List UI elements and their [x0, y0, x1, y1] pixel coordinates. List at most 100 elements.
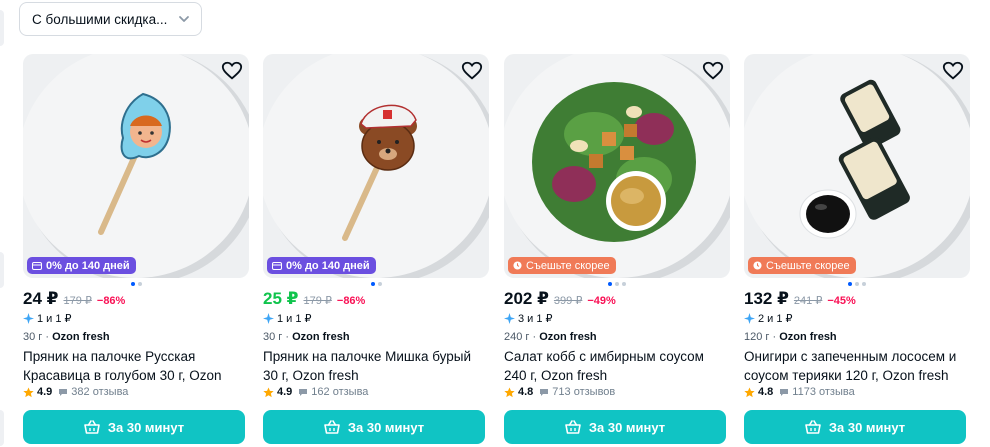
discount-percent: −86%	[96, 295, 126, 307]
product-card[interactable]: Съешьте скорее 202 ₽ 399 ₽ −49% 3 и 1 ₽ …	[504, 54, 730, 447]
product-photo	[744, 54, 970, 278]
carousel-dot[interactable]	[370, 282, 375, 286]
product-title[interactable]: Онигири с запеченным лососем и соусом те…	[744, 347, 966, 385]
carousel-dot[interactable]	[615, 282, 619, 286]
rating-value: 4.8	[518, 386, 534, 398]
installment-row: 3 и 1 ₽	[504, 311, 553, 325]
delivery-button-label: За 30 минут	[828, 419, 906, 435]
seller-name[interactable]: Ozon fresh	[539, 331, 596, 343]
seller-name[interactable]: Ozon fresh	[52, 331, 109, 343]
installment-row: 2 и 1 ₽	[744, 311, 793, 325]
carousel-dot[interactable]	[130, 282, 135, 286]
product-weight: 240 г	[504, 331, 530, 343]
image-carousel-dots[interactable]	[744, 282, 970, 287]
sort-dropdown-label: С большими скидка...	[32, 11, 168, 27]
current-price: 202 ₽	[504, 289, 549, 308]
product-meta: 30 г · Ozon fresh	[23, 331, 110, 343]
favorite-heart-icon[interactable]	[461, 60, 483, 82]
product-image[interactable]: 0% до 140 дней	[23, 54, 249, 278]
basket-icon	[84, 420, 100, 434]
review-bubble-icon	[299, 388, 308, 396]
star-icon	[504, 386, 515, 397]
clock-icon	[753, 261, 762, 270]
delivery-button[interactable]: За 30 минут	[504, 410, 726, 444]
carousel-dot[interactable]	[848, 282, 852, 286]
carousel-dot[interactable]	[608, 282, 612, 286]
price-row: 202 ₽ 399 ₽ −49%	[504, 289, 616, 309]
promo-badge: 0% до 140 дней	[27, 257, 136, 274]
star-icon	[263, 386, 274, 397]
star-icon	[744, 386, 755, 397]
product-photo	[504, 54, 730, 278]
old-price: 399 ₽	[553, 295, 583, 307]
carousel-dot[interactable]	[137, 282, 142, 286]
delivery-button-label: За 30 минут	[588, 419, 666, 435]
installment-row: 1 и 1 ₽	[263, 311, 312, 325]
sparkle-icon	[744, 312, 755, 324]
installment-row: 1 и 1 ₽	[23, 311, 72, 325]
rating-row[interactable]: 4.9 162 отзыва	[263, 385, 368, 399]
old-price: 241 ₽	[793, 295, 823, 307]
product-image[interactable]: Съешьте скорее	[504, 54, 730, 278]
rating-value: 4.8	[758, 386, 774, 398]
basket-icon	[565, 420, 581, 434]
carousel-dot[interactable]	[377, 282, 382, 286]
promo-badge-label: Съешьте скорее	[526, 259, 610, 272]
favorite-heart-icon[interactable]	[221, 60, 243, 82]
carousel-dot[interactable]	[622, 282, 626, 286]
product-image[interactable]: Съешьте скорее	[744, 54, 970, 278]
product-meta: 30 г · Ozon fresh	[263, 331, 350, 343]
installment-text: 1 и 1 ₽	[277, 312, 312, 325]
seller-name[interactable]: Ozon fresh	[779, 331, 836, 343]
reviews-count: 162 отзыва	[311, 386, 369, 398]
image-carousel-dots[interactable]	[263, 282, 489, 287]
delivery-button[interactable]: За 30 минут	[263, 410, 485, 444]
rating-row[interactable]: 4.8 713 отзывов	[504, 385, 615, 399]
sparkle-icon	[263, 312, 274, 324]
delivery-button-label: За 30 минут	[107, 419, 185, 435]
product-weight: 120 г	[744, 331, 770, 343]
product-meta: 120 г · Ozon fresh	[744, 331, 837, 343]
discount-percent: −45%	[827, 295, 856, 307]
product-title[interactable]: Пряник на палочке Мишка бурый 30 г, Ozon…	[263, 347, 485, 385]
product-card[interactable]: Съешьте скорее 132 ₽ 241 ₽ −45% 2 и 1 ₽ …	[744, 54, 970, 447]
reviews-count: 1173 отзыва	[792, 386, 855, 398]
seller-name[interactable]: Ozon fresh	[292, 331, 349, 343]
sparkle-icon	[504, 312, 515, 324]
promo-badge-label: 0% до 140 дней	[286, 259, 370, 272]
delivery-button-label: За 30 минут	[347, 419, 425, 435]
old-price: 179 ₽	[303, 295, 332, 307]
delivery-button[interactable]: За 30 минут	[23, 410, 245, 444]
delivery-button[interactable]: За 30 минут	[744, 410, 966, 444]
favorite-heart-icon[interactable]	[702, 60, 724, 82]
installment-text: 3 и 1 ₽	[518, 312, 553, 325]
favorite-heart-icon[interactable]	[942, 60, 964, 82]
installment-text: 1 и 1 ₽	[37, 312, 72, 325]
reviews-count: 713 отзывов	[552, 386, 616, 398]
carousel-dot[interactable]	[862, 282, 866, 286]
product-card[interactable]: 0% до 140 дней 25 ₽ 179 ₽ −86% 1 и 1 ₽ 3…	[263, 54, 489, 447]
rating-row[interactable]: 4.9 382 отзыва	[23, 385, 128, 399]
current-price: 24 ₽	[23, 289, 59, 308]
product-photo	[263, 54, 489, 278]
promo-badge: 0% до 140 дней	[267, 257, 376, 274]
product-title[interactable]: Салат кобб с имбирным соусом 240 г, Ozon…	[504, 347, 726, 385]
promo-badge-label: 0% до 140 дней	[46, 259, 130, 272]
product-image[interactable]: 0% до 140 дней	[263, 54, 489, 278]
image-carousel-dots[interactable]	[23, 282, 249, 287]
edge-tab	[0, 252, 4, 288]
installment-card-icon	[272, 261, 282, 270]
image-carousel-dots[interactable]	[504, 282, 730, 287]
rating-row[interactable]: 4.8 1173 отзыва	[744, 385, 855, 399]
carousel-dot[interactable]	[855, 282, 859, 286]
promo-badge: Съешьте скорее	[508, 257, 616, 274]
review-bubble-icon	[540, 388, 549, 396]
product-card[interactable]: 0% до 140 дней 24 ₽ 179 ₽ −86% 1 и 1 ₽ 3…	[23, 54, 249, 447]
current-price: 132 ₽	[744, 289, 789, 308]
price-row: 132 ₽ 241 ₽ −45%	[744, 289, 856, 309]
sort-dropdown[interactable]: С большими скидка...	[19, 2, 202, 36]
discount-percent: −49%	[587, 295, 616, 307]
product-meta: 240 г · Ozon fresh	[504, 331, 597, 343]
product-title[interactable]: Пряник на палочке Русская Красавица в го…	[23, 347, 245, 385]
review-bubble-icon	[780, 388, 789, 396]
